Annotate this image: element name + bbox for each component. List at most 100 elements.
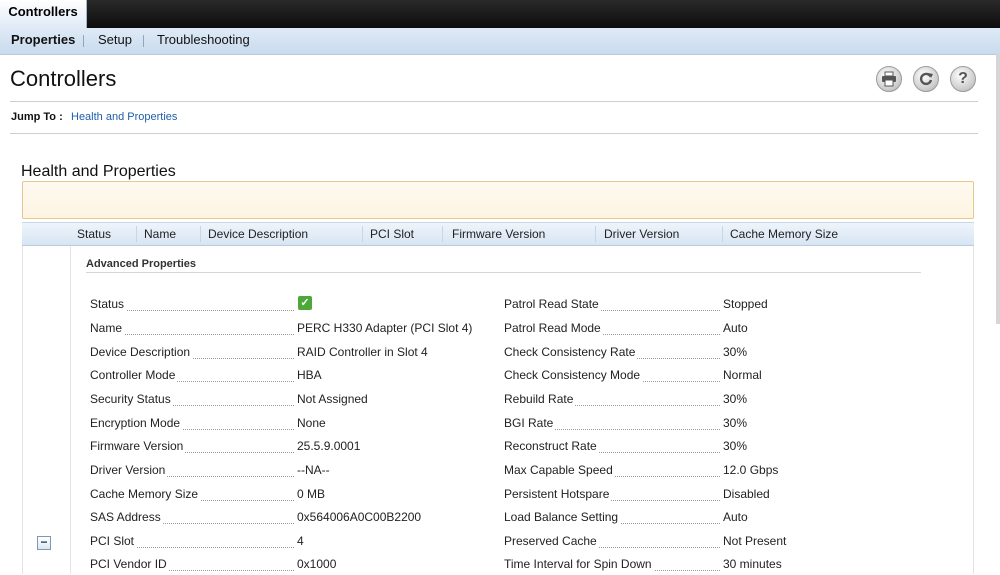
column-separator xyxy=(595,226,596,242)
column-separator xyxy=(442,226,443,242)
subnav-troubleshooting[interactable]: Troubleshooting xyxy=(157,28,250,52)
property-label: Persistent Hotspare xyxy=(504,487,612,501)
property-label: Device Description xyxy=(90,345,193,359)
property-label: PCI Vendor ID xyxy=(90,557,169,571)
jump-link-health-properties[interactable]: Health and Properties xyxy=(71,111,177,123)
tab-controllers[interactable]: Controllers xyxy=(0,0,87,30)
print-button[interactable] xyxy=(876,66,902,92)
property-row: Driver Version xyxy=(90,463,294,481)
property-row: Max Capable Speed xyxy=(504,463,720,481)
column-header-name[interactable]: Name xyxy=(144,223,176,245)
property-value: 12.0 Gbps xyxy=(723,463,779,477)
property-value: 0x564006A0C00B2200 xyxy=(297,510,422,524)
property-value: HBA xyxy=(297,368,322,382)
collapse-row-button[interactable]: − xyxy=(37,536,51,550)
page-title: Controllers xyxy=(10,66,117,91)
property-row: Reconstruct Rate xyxy=(504,439,720,457)
property-value: 30% xyxy=(723,416,748,430)
column-header-driver-version[interactable]: Driver Version xyxy=(604,223,679,245)
property-label: Status xyxy=(90,297,127,311)
page-scrollbar[interactable] xyxy=(996,54,1000,324)
property-row: Rebuild Rate xyxy=(504,392,720,410)
column-header-firmware-version[interactable]: Firmware Version xyxy=(452,223,545,245)
property-row: Encryption Mode xyxy=(90,416,294,434)
property-value: 4 xyxy=(297,534,304,548)
column-separator xyxy=(200,226,201,242)
property-row: PCI Vendor ID xyxy=(90,557,294,575)
column-header-pci-slot[interactable]: PCI Slot xyxy=(370,223,414,245)
property-label: Driver Version xyxy=(90,463,168,477)
section-title: Health and Properties xyxy=(21,163,176,180)
top-bar xyxy=(0,0,1000,28)
status-ok-icon: ✓ xyxy=(298,296,312,310)
property-label: Rebuild Rate xyxy=(504,392,576,406)
divider xyxy=(10,133,978,134)
property-value: Auto xyxy=(723,321,748,335)
filter-panel xyxy=(22,181,974,219)
property-label: Cache Memory Size xyxy=(90,487,201,501)
column-separator xyxy=(362,226,363,242)
property-value: 30% xyxy=(723,345,748,359)
property-value: Auto xyxy=(723,510,748,524)
property-value: Not Present xyxy=(723,534,787,548)
subnav-setup[interactable]: Setup xyxy=(98,28,132,52)
property-value: Disabled xyxy=(723,487,770,501)
property-value: 30 minutes xyxy=(723,557,782,571)
property-label: Max Capable Speed xyxy=(504,463,615,477)
property-label: Firmware Version xyxy=(90,439,186,453)
property-row: Security Status xyxy=(90,392,294,410)
column-header-status[interactable]: Status xyxy=(77,223,111,245)
property-row: BGI Rate xyxy=(504,416,720,434)
property-value: 25.5.9.0001 xyxy=(297,439,361,453)
property-label: Controller Mode xyxy=(90,368,178,382)
property-label: PCI Slot xyxy=(90,534,137,548)
property-row: SAS Address xyxy=(90,510,294,528)
property-label: Check Consistency Rate xyxy=(504,345,638,359)
property-value: Normal xyxy=(723,368,762,382)
help-button[interactable]: ? xyxy=(950,66,976,92)
jump-to-label: Jump To : xyxy=(11,111,63,123)
printer-icon xyxy=(882,71,896,87)
divider xyxy=(86,272,921,273)
property-label: Security Status xyxy=(90,392,173,406)
expand-column xyxy=(22,246,71,574)
subnav-separator xyxy=(143,35,144,47)
property-label: Preserved Cache xyxy=(504,534,599,548)
property-value: PERC H330 Adapter (PCI Slot 4) xyxy=(297,321,473,335)
property-value: 0x1000 xyxy=(297,557,337,571)
property-label: Reconstruct Rate xyxy=(504,439,599,453)
table-header: Status Name Device Description PCI Slot … xyxy=(22,222,974,246)
property-row: Time Interval for Spin Down xyxy=(504,557,720,575)
help-icon: ? xyxy=(958,70,968,87)
property-row: Name xyxy=(90,321,294,339)
property-row: Patrol Read Mode xyxy=(504,321,720,339)
property-value: 30% xyxy=(723,392,748,406)
subnav-properties[interactable]: Properties xyxy=(11,28,75,52)
property-label: Check Consistency Mode xyxy=(504,368,643,382)
column-header-device-description[interactable]: Device Description xyxy=(208,223,308,245)
property-row: Controller Mode xyxy=(90,368,294,386)
property-value: 0 MB xyxy=(297,487,326,501)
property-row: Firmware Version xyxy=(90,439,294,457)
minus-icon: − xyxy=(40,535,48,549)
property-row: Status xyxy=(90,297,294,315)
refresh-icon xyxy=(919,72,933,86)
property-row: PCI Slot xyxy=(90,534,294,552)
property-label: BGI Rate xyxy=(504,416,556,430)
property-label: Load Balance Setting xyxy=(504,510,621,524)
refresh-button[interactable] xyxy=(913,66,939,92)
property-row: Check Consistency Mode xyxy=(504,368,720,386)
property-row: Patrol Read State xyxy=(504,297,720,315)
property-label: Time Interval for Spin Down xyxy=(504,557,654,571)
property-label: Encryption Mode xyxy=(90,416,183,430)
column-separator xyxy=(136,226,137,242)
property-row: Load Balance Setting xyxy=(504,510,720,528)
property-row: Persistent Hotspare xyxy=(504,487,720,505)
sub-navigation: Properties Setup Troubleshooting xyxy=(0,28,1000,55)
column-header-cache-memory-size[interactable]: Cache Memory Size xyxy=(730,223,838,245)
property-row: Cache Memory Size xyxy=(90,487,294,505)
property-value: --NA-- xyxy=(297,463,330,477)
property-value: 30% xyxy=(723,439,748,453)
property-value: None xyxy=(297,416,326,430)
property-label: SAS Address xyxy=(90,510,163,524)
